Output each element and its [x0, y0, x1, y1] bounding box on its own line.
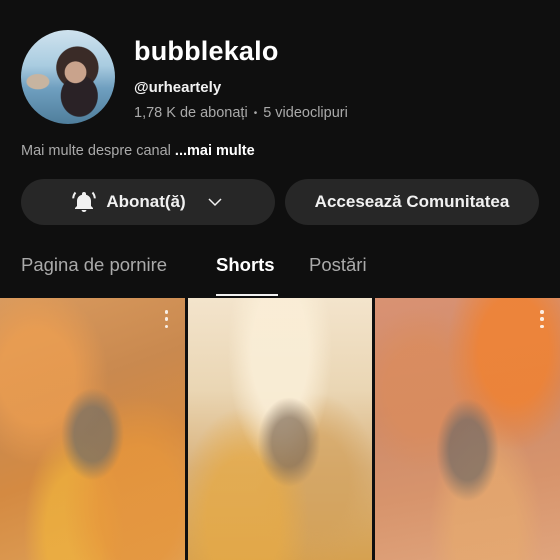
channel-name: bubblekalo	[134, 36, 279, 66]
active-tab-indicator	[216, 294, 278, 296]
thumbnail-image	[375, 298, 560, 560]
video-count: 5 videoclipuri	[263, 105, 348, 121]
tab-home[interactable]: Pagina de pornire	[21, 254, 167, 294]
community-label: Accesează Comunitatea	[314, 192, 510, 211]
more-vert-icon[interactable]	[159, 310, 175, 328]
more-vert-icon[interactable]	[534, 310, 550, 328]
chevron-down-icon	[208, 198, 222, 207]
about-more-link[interactable]: ...mai multe	[175, 143, 255, 159]
short-thumbnail[interactable]	[187, 298, 373, 560]
subscriber-count: 1,78 K de abonați	[134, 105, 248, 121]
thumbnail-image	[187, 298, 373, 560]
meta-separator: •	[253, 107, 258, 119]
channel-avatar[interactable]	[21, 30, 115, 124]
channel-handle: @urheartely	[134, 79, 222, 96]
tab-shorts[interactable]: Shorts	[216, 254, 275, 294]
about-text: Mai multe despre canal	[21, 143, 171, 159]
bell-icon	[72, 191, 97, 212]
subscribed-button[interactable]: Abonat(ă)	[21, 179, 275, 225]
community-button[interactable]: Accesează Comunitatea	[285, 179, 539, 225]
channel-tabs: Pagina de pornire Shorts Postări	[0, 254, 560, 298]
tab-posts[interactable]: Postări	[309, 254, 367, 294]
shorts-grid	[0, 298, 560, 560]
short-thumbnail[interactable]	[0, 298, 185, 560]
channel-about[interactable]: Mai multe despre canal ...mai multe	[21, 143, 255, 159]
subscribed-label: Abonat(ă)	[106, 192, 186, 211]
channel-meta: 1,78 K de abonați • 5 videoclipuri	[134, 105, 348, 121]
short-thumbnail[interactable]	[375, 298, 560, 560]
thumbnail-image	[0, 298, 185, 560]
